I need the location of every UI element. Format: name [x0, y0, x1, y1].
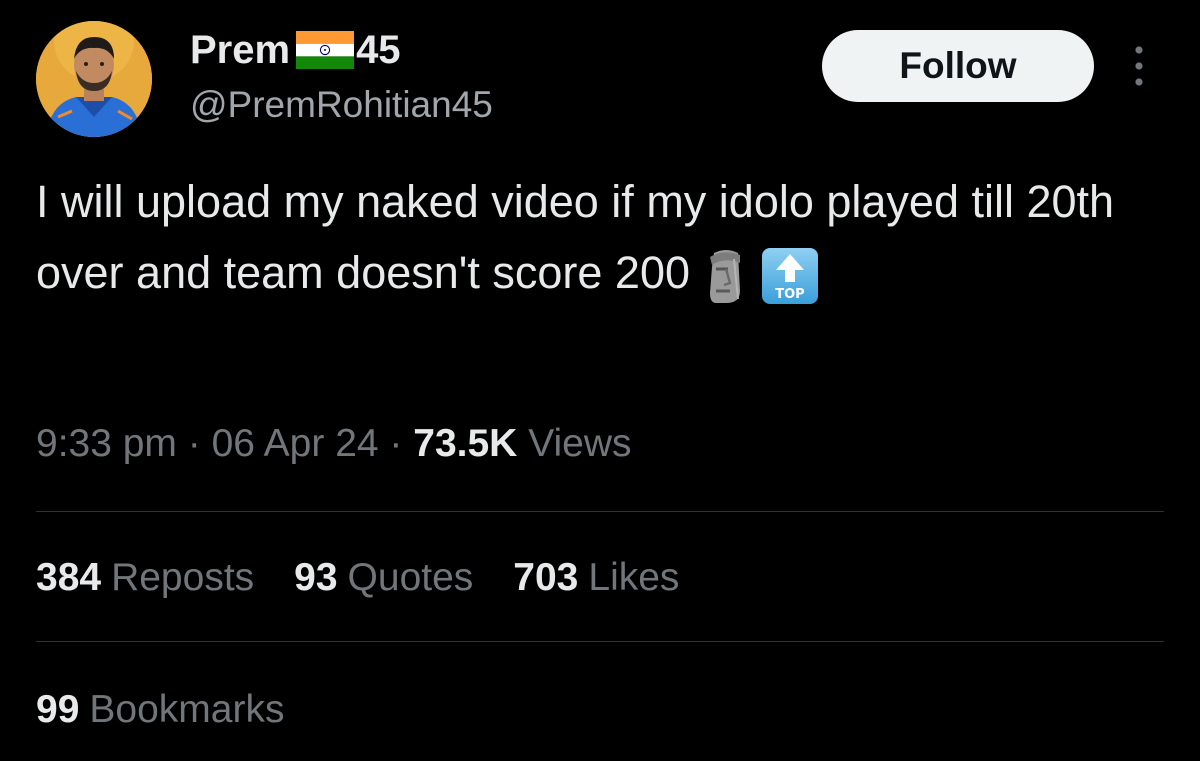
moai-icon	[710, 250, 740, 304]
meta-separator: ·	[389, 422, 403, 465]
bookmarks-count: 99	[36, 688, 80, 731]
quotes-count: 93	[294, 556, 338, 599]
tweet-text: I will upload my naked video if my idolo…	[36, 166, 1176, 308]
reposts-label: Reposts	[111, 556, 255, 599]
top-emoji-label: TOP	[775, 287, 804, 302]
tweet-text-content: I will upload my naked video if my idolo…	[36, 176, 1127, 298]
follow-button[interactable]: Follow	[822, 30, 1094, 102]
tweet-meta: 9:33 pm · 06 Apr 24 · 73.5K Views	[36, 422, 632, 466]
likes-stat[interactable]: 703 Likes	[513, 556, 679, 600]
tweet-card: Prem 45 @PremRohitian45 Follow I will up…	[0, 0, 1200, 761]
more-options-icon[interactable]	[1124, 42, 1154, 90]
divider	[36, 511, 1164, 512]
likes-count: 703	[513, 556, 579, 599]
india-flag-icon	[296, 31, 355, 69]
views-count: 73.5K	[413, 422, 518, 465]
reposts-count: 384	[36, 556, 102, 599]
author-handle[interactable]: @PremRohitian45	[190, 84, 493, 126]
bookmarks-stat[interactable]: 99 Bookmarks	[36, 688, 284, 732]
meta-separator: ·	[187, 422, 201, 465]
likes-label: Likes	[588, 556, 680, 599]
author-name-suffix: 45	[356, 27, 401, 72]
views-label: Views	[528, 422, 632, 465]
tweet-date[interactable]: 06 Apr 24	[212, 422, 379, 465]
author-name-prefix: Prem	[190, 27, 291, 72]
reposts-stat[interactable]: 384 Reposts	[36, 556, 254, 600]
divider	[36, 641, 1164, 642]
bookmarks-label: Bookmarks	[89, 688, 285, 731]
top-arrow-icon: TOP	[762, 248, 818, 305]
avatar[interactable]	[36, 21, 152, 137]
quotes-stat[interactable]: 93 Quotes	[294, 556, 473, 600]
quotes-label: Quotes	[347, 556, 474, 599]
tweet-emojis: TOP	[704, 246, 834, 306]
tweet-time[interactable]: 9:33 pm	[36, 422, 177, 465]
author-name[interactable]: Prem 45	[190, 28, 401, 72]
engagement-stats: 384 Reposts 93 Quotes 703 Likes	[36, 556, 679, 600]
